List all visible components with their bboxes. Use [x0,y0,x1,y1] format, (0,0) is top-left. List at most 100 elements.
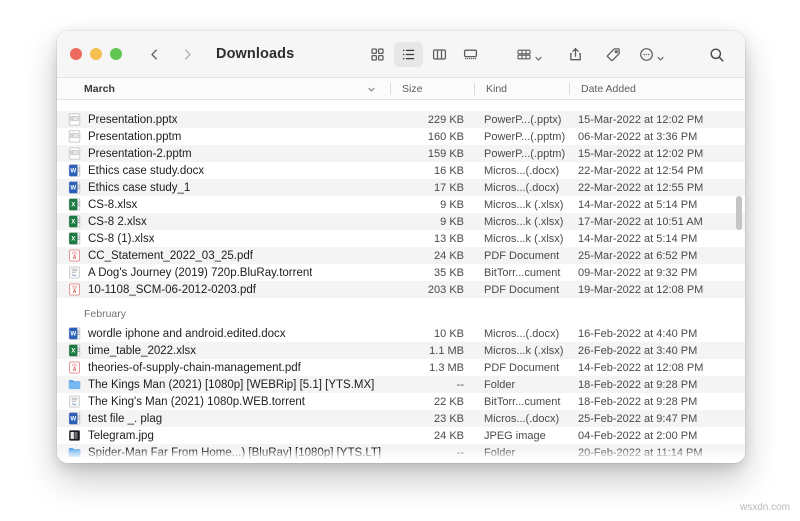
table-row[interactable]: The King's Man (2021) 1080p.WEB.torrent 2… [57,393,745,410]
window-titlebar: Downloads [57,31,745,78]
column-header-date-added[interactable]: Date Added [570,78,745,100]
file-size-label: 35 KB [434,266,464,279]
file-size-label: 24 KB [434,429,464,442]
table-row[interactable]: Atheories-of-supply-chain-management.pdf… [57,359,745,376]
share-icon[interactable] [561,42,590,67]
pdf-file-icon: A [68,283,81,296]
table-row[interactable]: W Ethics case study.docx 16 KB Micros...(.d… [57,162,745,179]
gallery-view-icon[interactable] [456,42,485,67]
file-name-cell: Presentation.pptm [57,130,390,143]
column-header-name-label: March [84,82,115,95]
powerpoint-file-icon [68,113,81,126]
group-header-none [57,100,745,111]
file-kind-label: Micros...(.docx) [484,164,560,177]
file-kind-label: Micros...(.docx) [484,327,560,340]
file-name-label: wordle iphone and android.edited.docx [88,327,286,340]
group-header-february: February [84,308,127,320]
page-title: Downloads [216,46,295,62]
table-row[interactable]: X CS-8.xlsx 9 KB Micros...k (.xlsx) 14-Mar-2… [57,196,745,213]
file-date-added-label: 09-Mar-2022 at 9:32 PM [578,266,698,279]
file-kind-label: PDF Document [484,283,560,296]
file-name-cell: Atheories-of-supply-chain-management.pdf [57,361,390,374]
file-size-label: 10 KB [434,327,464,340]
zoom-button[interactable] [110,48,122,60]
file-kind-label: PDF Document [484,361,560,374]
navigation-buttons [148,48,194,61]
vertical-scrollbar[interactable] [736,196,742,230]
column-header-kind[interactable]: Kind [475,78,569,100]
list-view-icon[interactable] [394,42,423,67]
file-size-label: 24 KB [434,249,464,262]
file-date-added-label: 22-Mar-2022 at 12:54 PM [578,164,704,177]
svg-text:W: W [70,331,76,338]
column-view-icon[interactable] [425,42,454,67]
column-header-kind-label: Kind [486,82,508,95]
file-date-added-label: 20-Feb-2022 at 11:14 PM [578,446,703,459]
finder-window: Downloads March Size Kind Date Added Pre… [57,31,745,463]
table-row[interactable]: Presentation-2.pptm 159 KB PowerP...(.pptm… [57,145,745,162]
minimize-button[interactable] [90,48,102,60]
table-row[interactable]: Wtest file _. plag 23 KB Micros...(.docx) 2… [57,410,745,427]
file-date-added-label: 22-Mar-2022 at 12:55 PM [578,181,704,194]
file-name-label: Ethics case study_1 [88,181,191,194]
table-row[interactable]: Telegram.jpg 24 KB JPEG image 04-Feb-2022 a… [57,427,745,444]
file-name-cell: A CC_Statement_2022_03_25.pdf [57,249,390,262]
file-size-label: 13 KB [434,232,464,245]
svg-text:W: W [70,416,76,423]
table-row[interactable]: X CS-8 (1).xlsx 13 KB Micros...k (.xlsx) 14-… [57,230,745,247]
search-icon[interactable] [702,42,731,67]
file-kind-label: Micros...k (.xlsx) [484,215,564,228]
table-row[interactable]: Spider-Man Far From Home...) [BluRay] [1… [57,444,745,461]
file-size-label: 23 KB [434,412,464,425]
column-header-size[interactable]: Size [391,78,474,100]
file-size-label: 1.1 MB [429,344,464,357]
svg-text:W: W [70,168,76,175]
column-header-name[interactable]: March [57,78,390,100]
table-row[interactable]: W Ethics case study_1 17 KB Micros...(.docx… [57,179,745,196]
file-kind-label: JPEG image [484,429,546,442]
forward-icon[interactable] [181,48,194,61]
file-size-label: -- [456,378,464,391]
file-kind-label: Micros...(.docx) [484,412,560,425]
group-by-button[interactable] [515,42,544,67]
file-name-cell: W Ethics case study_1 [57,181,390,194]
powerpoint-file-icon [68,130,81,143]
file-date-added-label: 25-Mar-2022 at 6:52 PM [578,249,698,262]
file-date-added-label: 04-Feb-2022 at 2:00 PM [578,429,698,442]
table-row[interactable]: A CC_Statement_2022_03_25.pdf 24 KB PDF Doc… [57,247,745,264]
table-row[interactable]: Presentation.pptm 160 KB PowerP...(.pptm) 0… [57,128,745,145]
tag-icon[interactable] [599,42,628,67]
back-icon[interactable] [148,48,161,61]
table-row[interactable]: A 10-1108_SCM-06-2012-0203.pdf 203 KB PDF D… [57,281,745,298]
file-list[interactable]: Presentation.pptx 229 KB PowerP...(.pptx) 1… [57,100,745,463]
file-name-label: CS-8 (1).xlsx [88,232,155,245]
table-row[interactable]: The Kings Man (2021) [1080p] [WEBRip] [5… [57,376,745,393]
file-name-label: Presentation.pptm [88,130,182,143]
file-date-added-label: 18-Feb-2022 at 9:28 PM [578,378,698,391]
word-file-icon: W [68,412,81,425]
watermark: wsxdn.com [739,502,790,513]
column-header-date-label: Date Added [581,82,636,95]
table-row[interactable]: Wwordle iphone and android.edited.docx 10… [57,325,745,342]
file-size-label: -- [456,446,464,459]
sort-chevron-down-icon[interactable] [367,85,376,97]
table-row[interactable]: Presentation.pptx 229 KB PowerP...(.pptx) 1… [57,111,745,128]
file-name-label: CS-8.xlsx [88,198,138,211]
close-button[interactable] [70,48,82,60]
file-name-label: A Dog's Journey (2019) 720p.BluRay.torre… [88,266,313,279]
powerpoint-file-icon [68,147,81,160]
file-name-label: test file _. plag [88,412,163,425]
grid-view-icon[interactable] [363,42,392,67]
file-size-label: 17 KB [434,181,464,194]
file-name-cell: Presentation.pptx [57,113,390,126]
file-date-added-label: 16-Feb-2022 at 4:40 PM [578,327,698,340]
file-name-cell: A 10-1108_SCM-06-2012-0203.pdf [57,283,390,296]
file-date-added-label: 14-Mar-2022 at 5:14 PM [578,232,698,245]
file-size-label: 1.3 MB [429,361,464,374]
table-row[interactable]: Xtime_table_2022.xlsx 1.1 MB Micros...k (.… [57,342,745,359]
table-row[interactable]: X CS-8 2.xlsx 9 KB Micros...k (.xlsx) 17-Mar… [57,213,745,230]
more-options-icon[interactable] [637,42,666,67]
file-name-label: Telegram.jpg [88,429,154,442]
table-row[interactable]: A Dog's Journey (2019) 720p.BluRay.torre… [57,264,745,281]
excel-file-icon: X [68,215,81,228]
